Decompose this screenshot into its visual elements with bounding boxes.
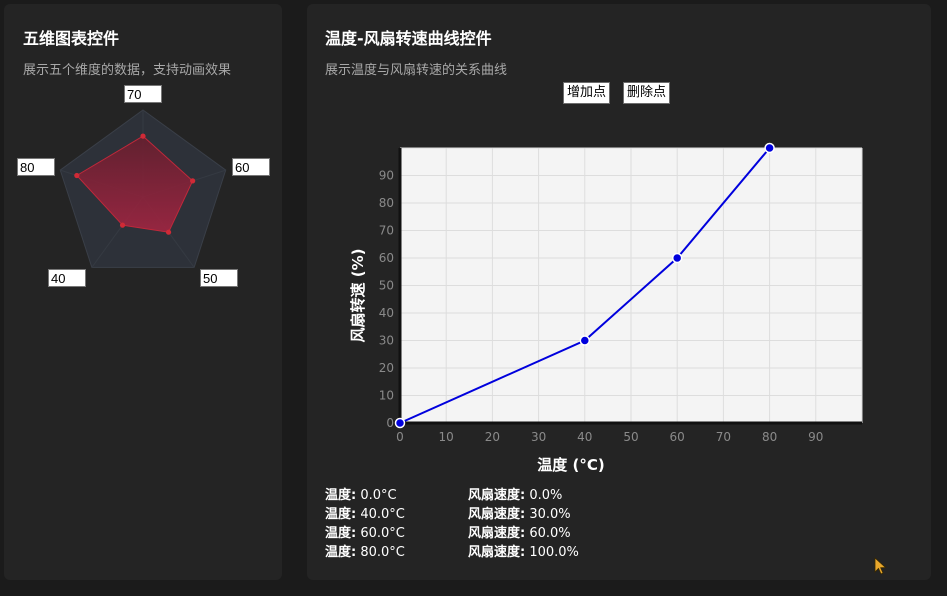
y-tick-label: 10 <box>379 389 394 403</box>
curve-control-point[interactable] <box>579 335 591 346</box>
radar-input-left[interactable] <box>17 158 55 176</box>
temperature-readout: 温度: 0.0°C <box>325 488 397 503</box>
curve-control-point[interactable] <box>394 417 406 429</box>
radar-chart <box>59 109 227 268</box>
fan-speed-readout: 风扇速度: 30.0% <box>468 507 571 522</box>
y-tick-label: 20 <box>379 361 394 375</box>
radar-input-top[interactable] <box>124 85 162 103</box>
y-tick-label: 90 <box>379 169 394 183</box>
temperature-readout: 温度: 80.0°C <box>325 545 405 560</box>
x-tick-label: 30 <box>531 430 546 444</box>
fan-curve-panel-title: 温度-风扇转速曲线控件 <box>325 29 492 48</box>
x-tick-label: 40 <box>577 430 592 444</box>
radar-input-bottom-right[interactable] <box>200 269 238 287</box>
fan-speed-readout: 风扇速度: 60.0% <box>468 526 571 541</box>
radar-input-bottom-left[interactable] <box>48 269 86 287</box>
x-tick-label: 50 <box>623 430 638 444</box>
y-tick-label: 40 <box>379 306 394 320</box>
radar-data-point <box>140 133 146 139</box>
mouse-cursor-icon <box>874 557 887 575</box>
x-tick-label: 60 <box>670 430 685 444</box>
fan-speed-readout: 风扇速度: 100.0% <box>468 545 579 560</box>
x-tick-label: 10 <box>439 430 454 444</box>
fan-curve-chart[interactable]: 0 10 20 30 40 50 60 70 80 90 0 10 20 30 40 50 60 70 80 90 温度… <box>330 130 890 480</box>
fan-speed-readout: 风扇速度: 0.0% <box>468 488 563 503</box>
radar-data-point <box>119 222 126 228</box>
delete-point-button[interactable]: 删除点 <box>623 82 671 104</box>
x-tick-label: 20 <box>485 430 500 444</box>
curve-control-point[interactable] <box>764 142 775 154</box>
x-tick-label: 70 <box>716 430 731 444</box>
y-tick-label: 80 <box>379 196 394 210</box>
x-axis-title: 温度 (°C) <box>537 456 604 474</box>
y-tick-label: 50 <box>379 279 394 293</box>
x-tick-label: 80 <box>762 430 777 444</box>
radar-data-point <box>74 172 80 179</box>
radar-data-point <box>190 178 196 184</box>
y-tick-label: 30 <box>379 334 394 348</box>
fan-curve-panel-subtitle: 展示温度与风扇转速的关系曲线 <box>325 63 508 78</box>
temperature-readout: 温度: 60.0°C <box>325 526 405 541</box>
y-tick-label: 60 <box>379 251 394 265</box>
x-tick-label: 90 <box>808 430 823 444</box>
y-tick-label: 0 <box>386 416 394 430</box>
add-point-button[interactable]: 增加点 <box>563 82 611 104</box>
radar-data-point <box>165 229 172 235</box>
y-axis-title: 风扇转速 (%) <box>349 249 367 343</box>
curve-control-point[interactable] <box>671 252 683 264</box>
x-tick-label: 0 <box>396 430 404 444</box>
radar-input-right[interactable] <box>232 158 270 176</box>
y-tick-label: 70 <box>379 224 394 238</box>
temperature-readout: 温度: 40.0°C <box>325 507 405 522</box>
